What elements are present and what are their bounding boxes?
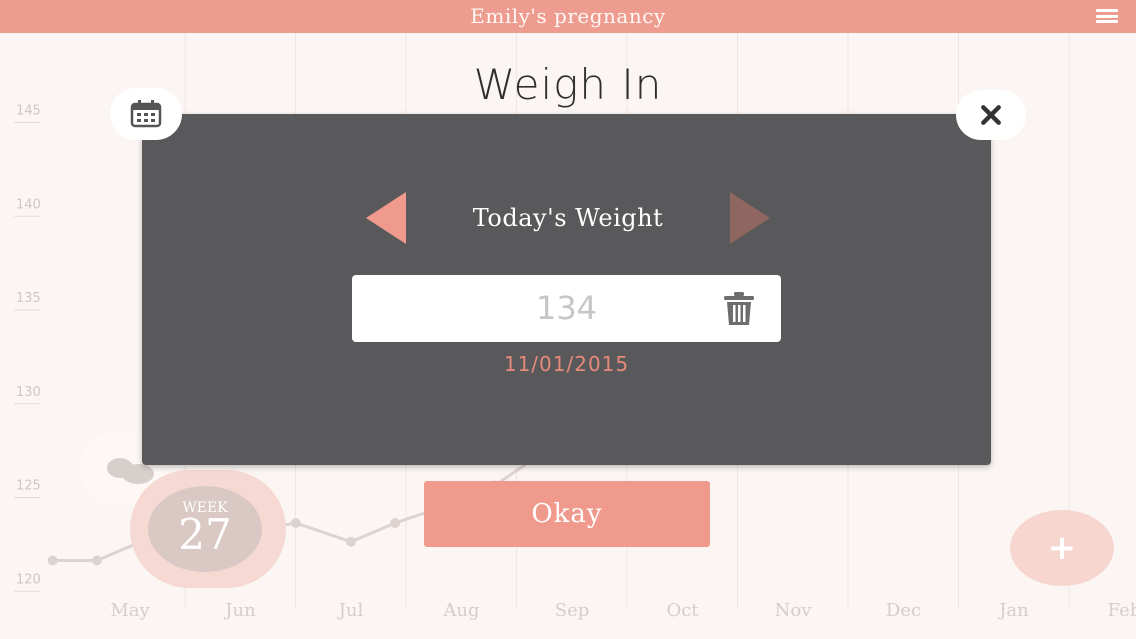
chart-y-tick-label: 135 [16,291,41,306]
hamburger-menu-icon[interactable] [1096,9,1118,23]
app-title: Emily's pregnancy [470,4,666,28]
chart-x-tick-label: Feb [1108,600,1136,621]
weight-input[interactable]: 134 [352,275,781,342]
chart-x-tick-label: May [110,600,150,621]
todays-weight-heading: Today's Weight [472,204,664,232]
chart-y-tick-label: 140 [16,197,41,212]
chart-point [91,555,102,566]
calendar-icon [130,100,162,128]
chart-point [346,536,356,547]
chart-y-tick-label: 120 [16,572,41,587]
chart-x-tick-label: Sep [555,600,590,621]
close-button[interactable] [956,90,1026,140]
chart-point [290,518,301,528]
chart-y-tick-label: 130 [16,385,41,400]
okay-button[interactable]: Okay [424,481,710,547]
trash-icon[interactable] [722,291,756,327]
week-number: 27 [178,510,232,559]
chart-x-tick-label: Oct [666,600,699,621]
chart-x-tick-label: Dec [886,600,921,621]
plus-icon[interactable]: + [1010,510,1114,586]
arrow-left-icon[interactable] [364,190,408,246]
chart-y-tick-label: 125 [16,479,41,494]
chart-point [390,518,401,528]
chart-x-tick-label: Jan [997,600,1029,621]
chart-x-tick-label: Nov [775,600,813,621]
chart-x-tick-label: Jul [337,600,364,621]
chart-point [47,555,58,566]
week-badge: WEEK 27 [130,470,286,588]
calendar-button[interactable] [110,88,182,140]
chart-x-tick-label: Jun [223,600,256,621]
close-icon [981,105,1001,125]
weigh-in-date[interactable]: 11/01/2015 [352,352,781,376]
weight-value[interactable]: 134 [352,275,781,342]
chart-x-tick-label: Aug [442,600,479,621]
arrow-right-icon[interactable] [728,190,772,246]
